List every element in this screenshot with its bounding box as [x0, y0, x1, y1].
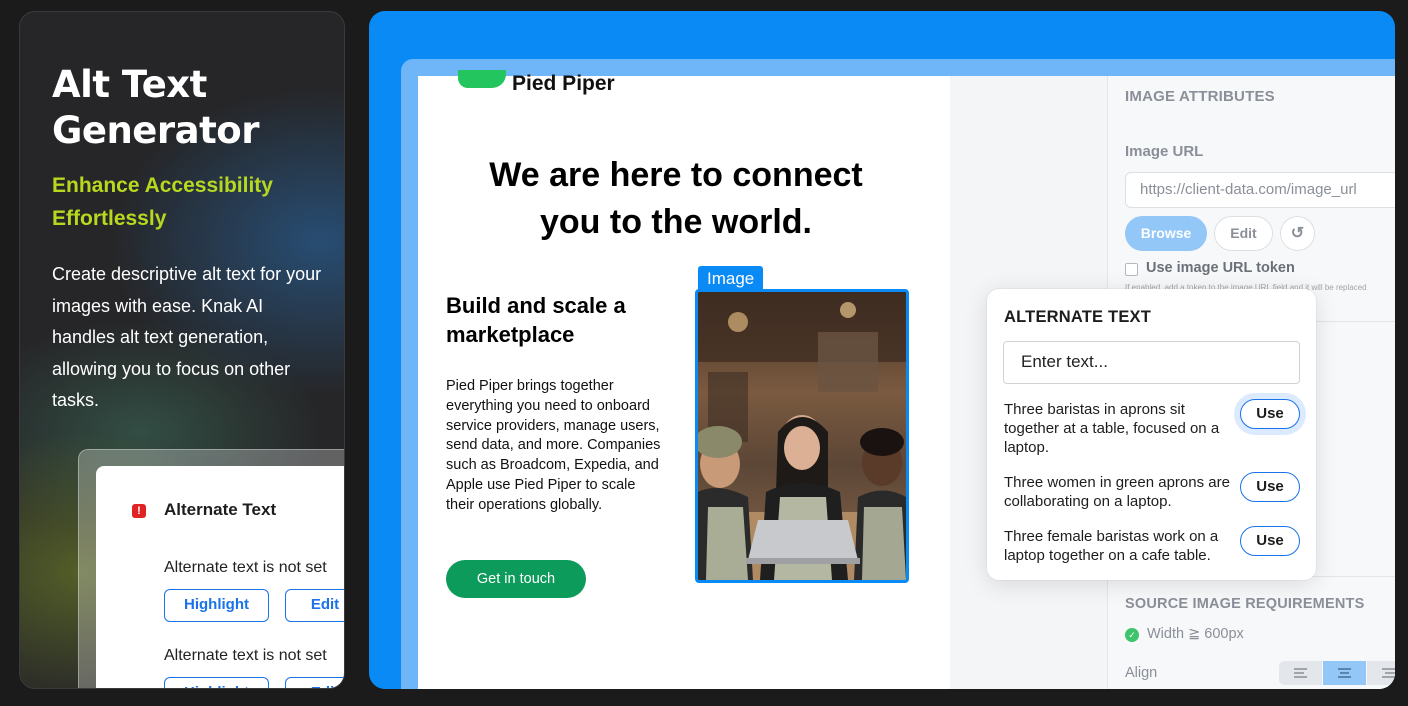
mini-panel-heading: Alternate Text: [164, 500, 277, 519]
promo-description: Create descriptive alt text for your ima…: [52, 264, 322, 410]
baristas-photo: [698, 292, 906, 580]
highlight-button[interactable]: Highlight: [164, 677, 269, 688]
hero-heading[interactable]: We are here to connect you to the world.: [458, 152, 894, 246]
brand-name: Pied Piper: [512, 72, 615, 95]
source-requirements-heading: SOURCE IMAGE REQUIREMENTS: [1125, 596, 1365, 612]
alt-suggestion: Three female baristas work on a laptop t…: [1004, 528, 1219, 564]
browse-button[interactable]: Browse: [1125, 216, 1207, 251]
image-url-input[interactable]: https://client-data.com/image_url: [1125, 172, 1395, 208]
use-url-token-label: Use image URL token: [1146, 260, 1295, 276]
alternate-text-popover: ALTERNATE TEXT Enter text... Three baris…: [987, 289, 1316, 580]
alt-suggestion: Three women in green aprons are collabor…: [1004, 474, 1230, 510]
align-left-icon: [1294, 668, 1307, 678]
email-canvas: Pied Piper We are here to connect you to…: [418, 70, 950, 689]
image-attributes-heading: IMAGE ATTRIBUTES: [1125, 88, 1275, 105]
refresh-icon: ↺: [1290, 225, 1305, 242]
section-body[interactable]: Pied Piper brings together everything yo…: [446, 377, 666, 516]
align-right-icon: [1382, 668, 1395, 678]
align-center-icon: [1338, 668, 1351, 678]
mini-issue-message: Alternate text is not set: [164, 647, 327, 664]
section-heading[interactable]: Build and scale a marketplace: [446, 291, 666, 349]
mini-accessibility-panel: ! Alternate Text Alternate text is not s…: [96, 466, 344, 688]
edit-button[interactable]: Edit: [285, 589, 344, 622]
mini-issue-message: Alternate text is not set: [164, 559, 327, 576]
width-requirement: Width ≧ 600px: [1147, 626, 1244, 642]
alt-suggestion: Three baristas in aprons sit together at…: [1004, 401, 1220, 456]
align-center-button[interactable]: [1323, 661, 1366, 685]
highlight-button[interactable]: Highlight: [164, 589, 269, 622]
popover-title: ALTERNATE TEXT: [1004, 308, 1152, 326]
checkbox-icon[interactable]: [1125, 263, 1138, 276]
use-suggestion-button[interactable]: Use: [1240, 472, 1300, 502]
promo-card: Alt Text Generator Enhance Accessibility…: [19, 11, 345, 689]
edit-image-button[interactable]: Edit: [1214, 216, 1273, 251]
align-label: Align: [1125, 665, 1158, 681]
use-suggestion-button[interactable]: Use: [1240, 526, 1300, 556]
check-circle-icon: ✓: [1125, 628, 1139, 642]
promo-title: Alt Text Generator: [52, 63, 259, 152]
alert-icon: !: [132, 504, 146, 518]
image-block-tag: Image: [698, 266, 764, 291]
edit-button[interactable]: Edit: [285, 677, 344, 688]
reset-button[interactable]: ↺: [1280, 216, 1315, 251]
align-left-button[interactable]: [1279, 661, 1322, 685]
alt-text-input[interactable]: Enter text...: [1003, 341, 1300, 384]
selected-image-block[interactable]: [695, 289, 909, 583]
brand-logo-icon: [458, 70, 506, 88]
promo-subtitle: Enhance Accessibility Effortlessly: [52, 174, 273, 230]
align-right-button[interactable]: [1367, 661, 1395, 685]
image-url-label: Image URL: [1125, 143, 1204, 160]
get-in-touch-button[interactable]: Get in touch: [446, 560, 586, 598]
use-suggestion-button[interactable]: Use: [1240, 399, 1300, 429]
